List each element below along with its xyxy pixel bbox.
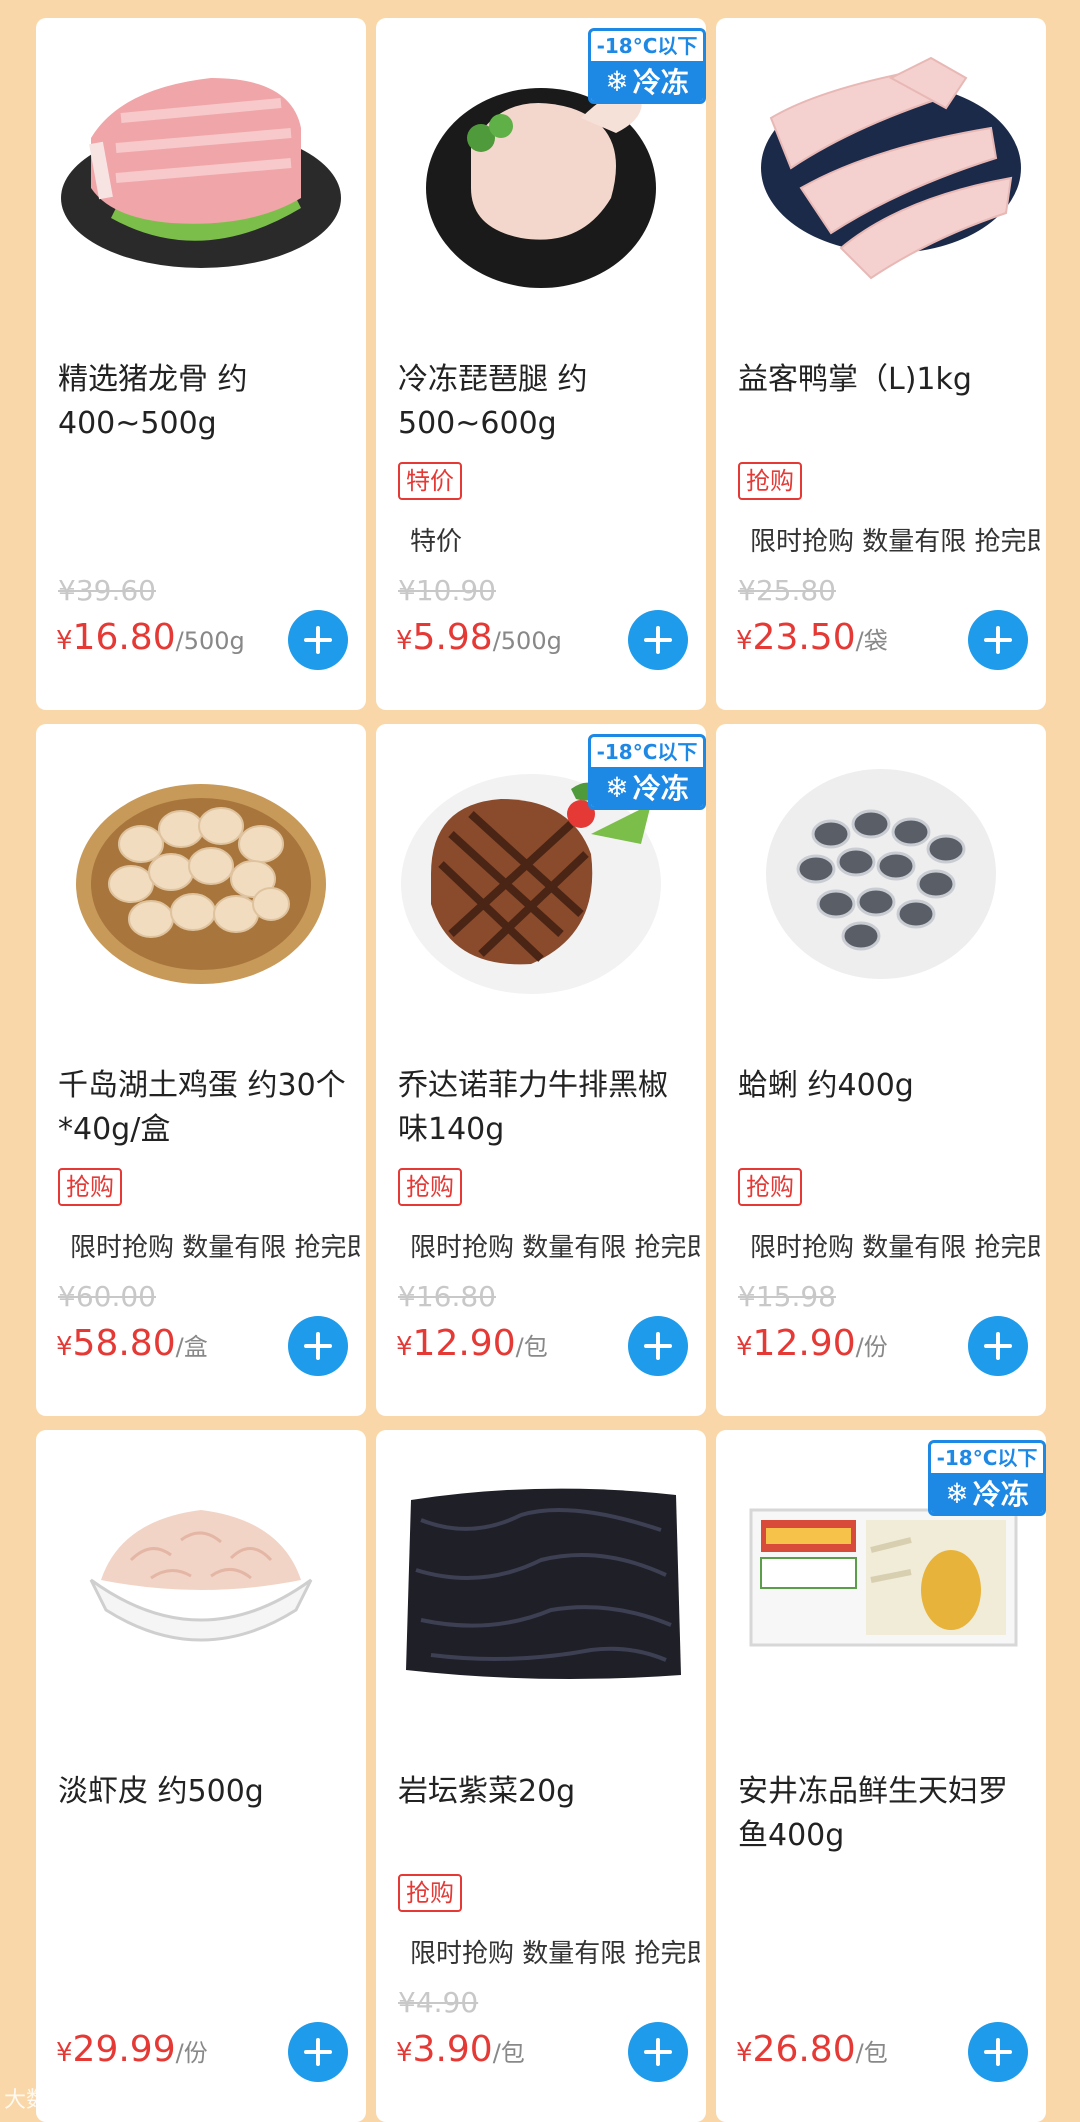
product-title[interactable]: 益客鸭掌（L)1kg — [738, 358, 1028, 402]
product-price: ¥26.80/包 — [736, 2029, 888, 2070]
product-card[interactable]: -18°C以下 ❄ 冷冻 安井冻品鲜生天妇罗鱼400g ¥26.80/包 — [716, 1430, 1046, 2122]
product-title[interactable]: 千岛湖土鸡蛋 约30个*40g/盒 — [58, 1064, 348, 1152]
product-grid: 精选猪龙骨 约400~500g ¥39.60 ¥16.80/500g -18°C… — [36, 18, 1046, 2122]
product-card[interactable]: 淡虾皮 约500g ¥29.99/份 — [36, 1430, 366, 2122]
add-to-cart-button[interactable] — [628, 1316, 688, 1376]
snowflake-icon: ❄ — [605, 64, 629, 98]
add-to-cart-button[interactable] — [628, 610, 688, 670]
duck-feet-image — [716, 18, 1046, 318]
product-title[interactable]: 安井冻品鲜生天妇罗鱼400g — [738, 1770, 1028, 1858]
add-to-cart-button[interactable] — [968, 610, 1028, 670]
product-price: ¥16.80/500g — [56, 617, 245, 658]
dried-shrimp-image — [36, 1430, 366, 1730]
eggs-basket-image — [36, 724, 366, 1024]
frozen-tag: -18°C以下 ❄ 冷冻 — [588, 734, 706, 810]
product-price: ¥12.90/包 — [396, 1323, 548, 1364]
add-to-cart-button[interactable] — [968, 1316, 1028, 1376]
promo-text: 限时抢购 数量有限 抢完即止 — [410, 1939, 700, 1969]
plus-icon — [984, 2038, 1012, 2066]
promo-text: 限时抢购 数量有限 抢完即止 — [410, 1233, 700, 1263]
product-card[interactable]: -18°C以下 ❄ 冷冻 冷冻琵琶腿 约500~600g 特价 特价 ¥10.90… — [376, 18, 706, 710]
plus-icon — [644, 1332, 672, 1360]
promo-text: 限时抢购 数量有限 抢完即止 — [70, 1233, 360, 1263]
product-card[interactable]: 益客鸭掌（L)1kg 抢购 限时抢购 数量有限 抢完即止 ¥25.80 ¥23.… — [716, 18, 1046, 710]
snowflake-icon: ❄ — [945, 1476, 969, 1510]
product-price: ¥58.80/盒 — [56, 1323, 208, 1364]
frozen-tag: -18°C以下 ❄ 冷冻 — [928, 1440, 1046, 1516]
original-price: ¥39.60 — [58, 574, 156, 607]
seaweed-image — [376, 1430, 706, 1730]
pork-ribs-image — [36, 18, 366, 318]
plus-icon — [984, 626, 1012, 654]
product-price: ¥12.90/份 — [736, 1323, 888, 1364]
product-title[interactable]: 岩坛紫菜20g — [398, 1770, 688, 1814]
add-to-cart-button[interactable] — [288, 610, 348, 670]
snowflake-icon: ❄ — [605, 770, 629, 804]
product-card[interactable]: 精选猪龙骨 约400~500g ¥39.60 ¥16.80/500g — [36, 18, 366, 710]
original-price: ¥60.00 — [58, 1280, 156, 1313]
plus-icon — [304, 2038, 332, 2066]
frozen-tag: -18°C以下 ❄ 冷冻 — [588, 28, 706, 104]
flash-sale-badge: 抢购 — [58, 1168, 122, 1206]
product-title[interactable]: 乔达诺菲力牛排黑椒味140g — [398, 1064, 688, 1152]
original-price: ¥10.90 — [398, 574, 496, 607]
flash-sale-badge: 抢购 — [738, 1168, 802, 1206]
watermark-logo: 大数跨境 — [4, 2088, 93, 2113]
product-title[interactable]: 精选猪龙骨 约400~500g — [58, 358, 348, 446]
product-card[interactable]: 岩坛紫菜20g 抢购 限时抢购 数量有限 抢完即止 ¥4.90 ¥3.90/包 — [376, 1430, 706, 2122]
original-price: ¥25.80 — [738, 574, 836, 607]
product-card[interactable]: -18°C以下 ❄ 冷冻 乔达诺菲力牛排黑椒味140g 抢购 限时抢购 数量有限 … — [376, 724, 706, 1416]
clams-image — [716, 724, 1046, 1024]
plus-icon — [644, 626, 672, 654]
special-price-badge: 特价 — [398, 462, 462, 500]
product-title[interactable]: 蛤蜊 约400g — [738, 1064, 1028, 1108]
product-price: ¥5.98/500g — [396, 617, 562, 658]
product-title[interactable]: 冷冻琵琶腿 约500~600g — [398, 358, 688, 446]
product-price: ¥29.99/份 — [56, 2029, 208, 2070]
product-price: ¥3.90/包 — [396, 2029, 525, 2070]
plus-icon — [304, 626, 332, 654]
promo-text: 限时抢购 数量有限 抢完即止 — [750, 527, 1040, 557]
product-card[interactable]: 蛤蜊 约400g 抢购 限时抢购 数量有限 抢完即止 ¥15.98 ¥12.90… — [716, 724, 1046, 1416]
flash-sale-badge: 抢购 — [738, 462, 802, 500]
product-title[interactable]: 淡虾皮 约500g — [58, 1770, 348, 1814]
add-to-cart-button[interactable] — [968, 2022, 1028, 2082]
product-card[interactable]: 千岛湖土鸡蛋 约30个*40g/盒 抢购 限时抢购 数量有限 抢完即止 ¥60.… — [36, 724, 366, 1416]
promo-text: 限时抢购 数量有限 抢完即止 — [750, 1233, 1040, 1263]
flash-sale-badge: 抢购 — [398, 1874, 462, 1912]
add-to-cart-button[interactable] — [288, 2022, 348, 2082]
plus-icon — [644, 2038, 672, 2066]
add-to-cart-button[interactable] — [628, 2022, 688, 2082]
plus-icon — [304, 1332, 332, 1360]
original-price: ¥4.90 — [398, 1986, 479, 2019]
plus-icon — [984, 1332, 1012, 1360]
original-price: ¥16.80 — [398, 1280, 496, 1313]
promo-text: 特价 — [410, 527, 463, 557]
flash-sale-badge: 抢购 — [398, 1168, 462, 1206]
original-price: ¥15.98 — [738, 1280, 836, 1313]
add-to-cart-button[interactable] — [288, 1316, 348, 1376]
product-price: ¥23.50/袋 — [736, 617, 888, 658]
